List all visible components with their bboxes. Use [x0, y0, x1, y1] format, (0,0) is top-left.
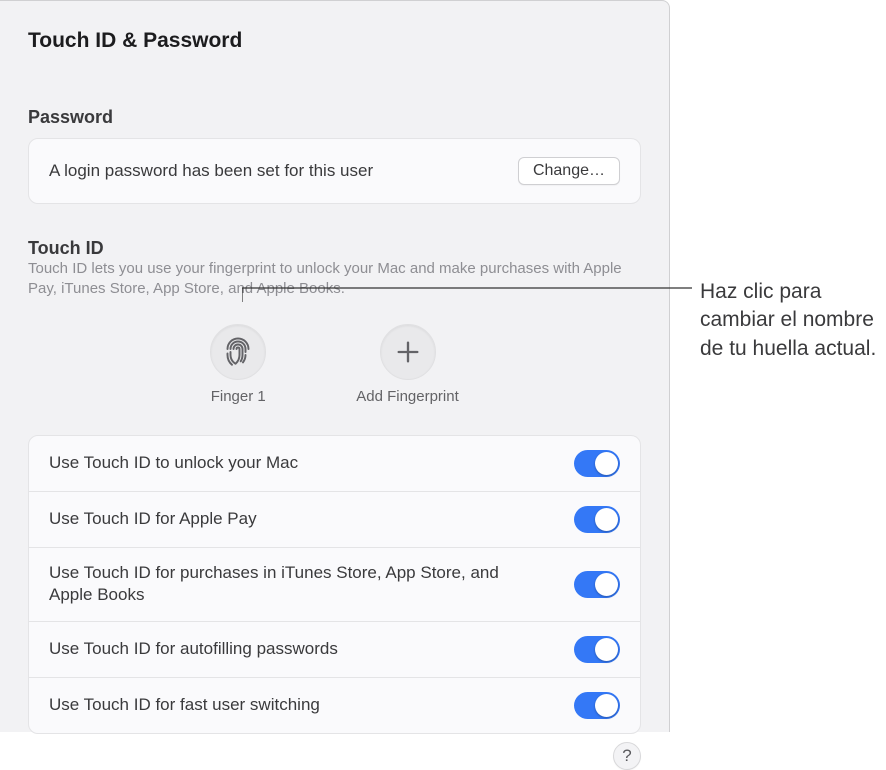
help-button[interactable]: ? [613, 742, 641, 770]
fingerprint-label: Finger 1 [211, 388, 266, 405]
fingerprint-icon [210, 324, 266, 380]
option-apple-pay: Use Touch ID for Apple Pay [29, 492, 640, 548]
option-label: Use Touch ID for purchases in iTunes Sto… [49, 562, 506, 608]
option-label: Use Touch ID to unlock your Mac [49, 452, 298, 475]
option-label: Use Touch ID for Apple Pay [49, 508, 257, 531]
toggle-unlock-mac[interactable] [574, 450, 620, 477]
toggle-apple-pay[interactable] [574, 506, 620, 533]
fingerprint-finger-1[interactable]: Finger 1 [210, 324, 266, 405]
plus-icon [380, 324, 436, 380]
callout-text: Haz clic para cambiar el nombre de tu hu… [700, 278, 886, 363]
touchid-description: Touch ID lets you use your fingerprint t… [28, 259, 641, 300]
page-title: Touch ID & Password [0, 1, 669, 53]
password-card: A login password has been set for this u… [28, 138, 641, 204]
fingerprint-row: Finger 1 Add Fingerprint [28, 324, 641, 405]
password-heading: Password [28, 107, 641, 128]
option-fast-user-switching: Use Touch ID for fast user switching [29, 678, 640, 733]
help-row: ? [28, 742, 641, 770]
content-area: Password A login password has been set f… [0, 53, 669, 770]
toggle-fast-user-switching[interactable] [574, 692, 620, 719]
add-fingerprint-button[interactable]: Add Fingerprint [356, 324, 459, 405]
toggle-purchases[interactable] [574, 571, 620, 598]
password-status-text: A login password has been set for this u… [49, 161, 373, 181]
change-password-button[interactable]: Change… [518, 157, 620, 185]
option-unlock-mac: Use Touch ID to unlock your Mac [29, 436, 640, 492]
touchid-heading: Touch ID [28, 238, 641, 259]
add-fingerprint-label: Add Fingerprint [356, 388, 459, 405]
option-label: Use Touch ID for autofilling passwords [49, 638, 338, 661]
settings-window: Touch ID & Password Password A login pas… [0, 0, 670, 732]
touchid-options-card: Use Touch ID to unlock your Mac Use Touc… [28, 435, 641, 735]
option-label: Use Touch ID for fast user switching [49, 694, 320, 717]
option-purchases: Use Touch ID for purchases in iTunes Sto… [29, 548, 640, 623]
toggle-autofill[interactable] [574, 636, 620, 663]
option-autofill: Use Touch ID for autofilling passwords [29, 622, 640, 678]
